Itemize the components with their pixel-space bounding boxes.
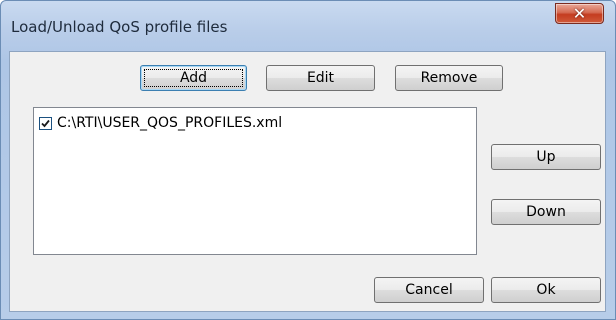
down-button[interactable]: Down bbox=[491, 199, 601, 225]
close-icon: ✕ bbox=[572, 4, 587, 23]
up-button-label: Up bbox=[536, 149, 556, 165]
profile-file-list[interactable]: C:\RTI\USER_QOS_PROFILES.xml bbox=[33, 107, 477, 255]
window-title: Load/Unload QoS profile files bbox=[11, 18, 228, 36]
add-button[interactable]: Add bbox=[140, 65, 247, 91]
edit-button-label: Edit bbox=[306, 70, 335, 86]
title-bar[interactable]: Load/Unload QoS profile files ✕ bbox=[1, 1, 615, 51]
dialog-body: Add Edit Remove C:\RTI\USER_QOS_PROFILES… bbox=[9, 51, 606, 312]
close-button[interactable]: ✕ bbox=[555, 3, 604, 24]
edit-button[interactable]: Edit bbox=[266, 65, 375, 91]
list-item[interactable]: C:\RTI\USER_QOS_PROFILES.xml bbox=[39, 114, 282, 132]
remove-button[interactable]: Remove bbox=[395, 65, 503, 91]
remove-button-label: Remove bbox=[420, 70, 478, 86]
file-checkbox[interactable] bbox=[39, 116, 52, 130]
checkmark-icon bbox=[41, 119, 50, 127]
up-button[interactable]: Up bbox=[491, 144, 601, 170]
dialog-window: Load/Unload QoS profile files ✕ Add Edit… bbox=[0, 0, 616, 320]
file-path: C:\RTI\USER_QOS_PROFILES.xml bbox=[57, 115, 283, 131]
down-button-label: Down bbox=[526, 204, 566, 220]
ok-button[interactable]: Ok bbox=[491, 277, 601, 303]
cancel-button-label: Cancel bbox=[405, 282, 453, 298]
cancel-button[interactable]: Cancel bbox=[374, 277, 484, 303]
add-button-label: Add bbox=[179, 70, 208, 86]
ok-button-label: Ok bbox=[536, 282, 556, 298]
